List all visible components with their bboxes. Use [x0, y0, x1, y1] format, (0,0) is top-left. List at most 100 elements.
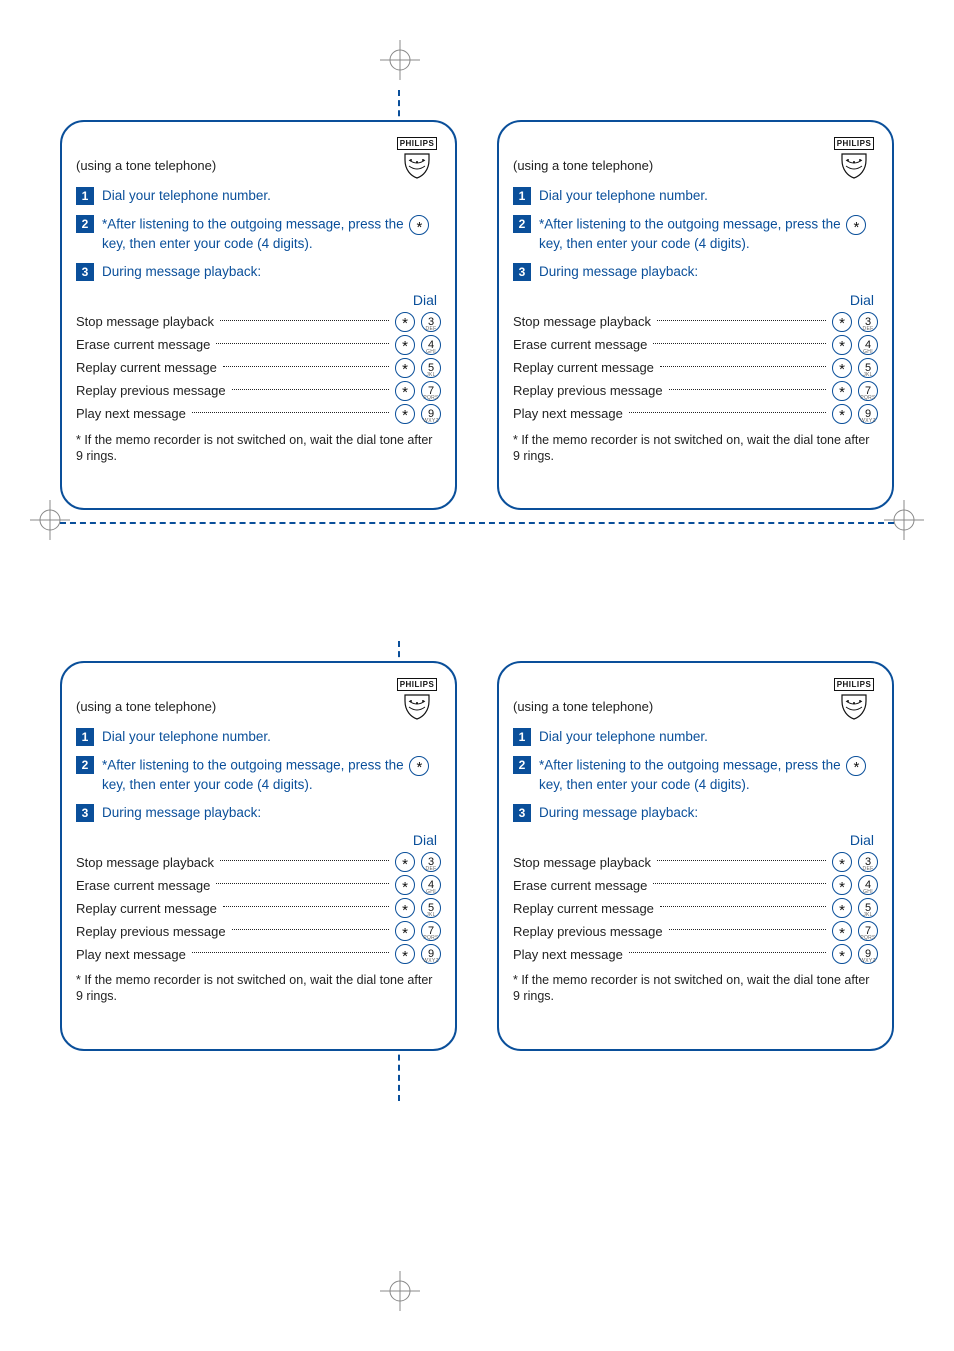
brand-shield-icon — [830, 693, 878, 724]
key-star-icon — [832, 921, 852, 941]
step-text: *After listening to the outgoing message… — [102, 215, 441, 253]
step-text: *After listening to the outgoing message… — [539, 756, 878, 794]
key-star-icon — [409, 756, 429, 776]
leader-dots — [216, 883, 389, 884]
step-text: Dial your telephone number. — [539, 187, 878, 205]
dial-row-label: Replay current message — [76, 360, 217, 375]
step-number: 1 — [76, 728, 94, 746]
brand-shield-icon — [830, 152, 878, 183]
step-number: 3 — [513, 263, 531, 281]
key-star-icon — [832, 898, 852, 918]
step-text: *After listening to the outgoing message… — [539, 215, 878, 253]
dial-row: Erase current message GHI — [76, 875, 441, 895]
step-number: 3 — [513, 804, 531, 822]
key-star-icon — [395, 944, 415, 964]
step2-text-b: key, then enter your code (4 digits). — [539, 777, 750, 792]
key-star-icon — [846, 756, 866, 776]
key-5-icon: JKL — [858, 358, 878, 378]
key-star-icon — [395, 404, 415, 424]
step-number: 1 — [513, 728, 531, 746]
dial-row: Erase current message GHI — [513, 875, 878, 895]
step-number: 2 — [513, 215, 531, 233]
brand-shield-icon — [393, 152, 441, 183]
key-star-icon — [832, 312, 852, 332]
brand-shield-icon — [393, 693, 441, 724]
dial-row: Erase current messageGHI — [513, 335, 878, 355]
key-7-icon: PQRS — [421, 381, 441, 401]
leader-dots — [192, 412, 389, 413]
step-2: 2 *After listening to the outgoing messag… — [513, 756, 878, 794]
leader-dots — [669, 929, 826, 930]
key-star-icon — [395, 358, 415, 378]
step-text: During message playback: — [102, 263, 441, 281]
step-1: 1 Dial your telephone number. — [76, 728, 441, 746]
instruction-card: PHILIPS (using a tone telephone) 1 Dial y… — [60, 661, 457, 1051]
key-5-icon: JKL — [421, 898, 441, 918]
dial-row-label: Erase current message — [513, 878, 647, 893]
leader-dots — [223, 366, 389, 367]
dial-row: Stop message playbackDEF — [513, 312, 878, 332]
dial-row: Play next messageWXYZ — [513, 404, 878, 424]
dial-row-label: Stop message playback — [513, 314, 651, 329]
dial-row-label: Play next message — [76, 947, 186, 962]
crop-mark-bottom — [380, 1271, 420, 1311]
leader-dots — [232, 929, 389, 930]
leader-dots — [653, 883, 826, 884]
dial-row: Replay current messageJKL — [513, 898, 878, 918]
dial-row-label: Replay previous message — [513, 924, 663, 939]
key-7-icon: PQRS — [858, 381, 878, 401]
step-2: 2*After listening to the outgoing messag… — [76, 756, 441, 794]
dial-row-label: Erase current message — [76, 878, 210, 893]
step-number: 1 — [76, 187, 94, 205]
step-2: 2 *After listening to the outgoing messa… — [76, 215, 441, 253]
step-3: 3During message playback: — [76, 804, 441, 822]
key-star-icon — [832, 875, 852, 895]
instruction-card: PHILIPS (using a tone telephone) 1Dial y… — [497, 120, 894, 510]
leader-dots — [657, 860, 826, 861]
brand-badge: PHILIPS — [393, 134, 441, 183]
step-1: 1Dial your telephone number. — [513, 728, 878, 746]
dial-row: Replay previous messagePQRS — [513, 381, 878, 401]
dial-row: Stop message playbackDEF — [76, 312, 441, 332]
card-subtitle: (using a tone telephone) — [513, 699, 878, 714]
card-footnote: * If the memo recorder is not switched o… — [513, 432, 878, 465]
dial-row-label: Erase current message — [76, 337, 210, 352]
key-star-icon — [395, 875, 415, 895]
key-4-icon: GHI — [421, 875, 441, 895]
step2-text-a: *After listening to the outgoing message… — [539, 217, 844, 232]
step-number: 2 — [513, 756, 531, 774]
card-footnote: * If the memo recorder is not switched o… — [76, 972, 441, 1005]
leader-dots — [232, 389, 389, 390]
dial-row-label: Replay previous message — [76, 924, 226, 939]
brand-label: PHILIPS — [397, 678, 438, 691]
key-9-icon: WXYZ — [421, 404, 441, 424]
dial-row: Play next messageWXYZ — [76, 404, 441, 424]
card-subtitle: (using a tone telephone) — [76, 699, 441, 714]
step-1: 1Dial your telephone number. — [513, 187, 878, 205]
key-5-icon: JKL — [858, 898, 878, 918]
dial-header: Dial — [513, 292, 878, 308]
dial-header: Dial — [76, 832, 441, 848]
instruction-card: PHILIPS (using a tone telephone) 1Dial y… — [497, 661, 894, 1051]
card-subtitle: (using a tone telephone) — [513, 158, 878, 173]
leader-dots — [657, 320, 826, 321]
key-star-icon — [409, 215, 429, 235]
card-grid: PHILIPS (using a tone telephone) 1 Dial … — [60, 90, 894, 1101]
key-3-icon: DEF — [421, 312, 441, 332]
step-text: Dial your telephone number. — [102, 728, 441, 746]
step2-text-b: key, then enter your code (4 digits). — [539, 236, 750, 251]
step-1: 1 Dial your telephone number. — [76, 187, 441, 205]
dial-row-label: Stop message playback — [76, 855, 214, 870]
step-3: 3During message playback: — [513, 263, 878, 281]
dial-row: Stop message playbackDEF — [76, 852, 441, 872]
step2-text-b: key, then enter your code (4 digits). — [102, 777, 313, 792]
leader-dots — [669, 389, 826, 390]
leader-dots — [653, 343, 826, 344]
key-4-icon: GHI — [858, 875, 878, 895]
step-text: *After listening to the outgoing message… — [102, 756, 441, 794]
key-star-icon — [395, 852, 415, 872]
key-5-icon: JKL — [421, 358, 441, 378]
step-3: 3During message playback: — [513, 804, 878, 822]
brand-label: PHILIPS — [834, 137, 875, 150]
card-footnote: * If the memo recorder is not switched o… — [76, 432, 441, 465]
